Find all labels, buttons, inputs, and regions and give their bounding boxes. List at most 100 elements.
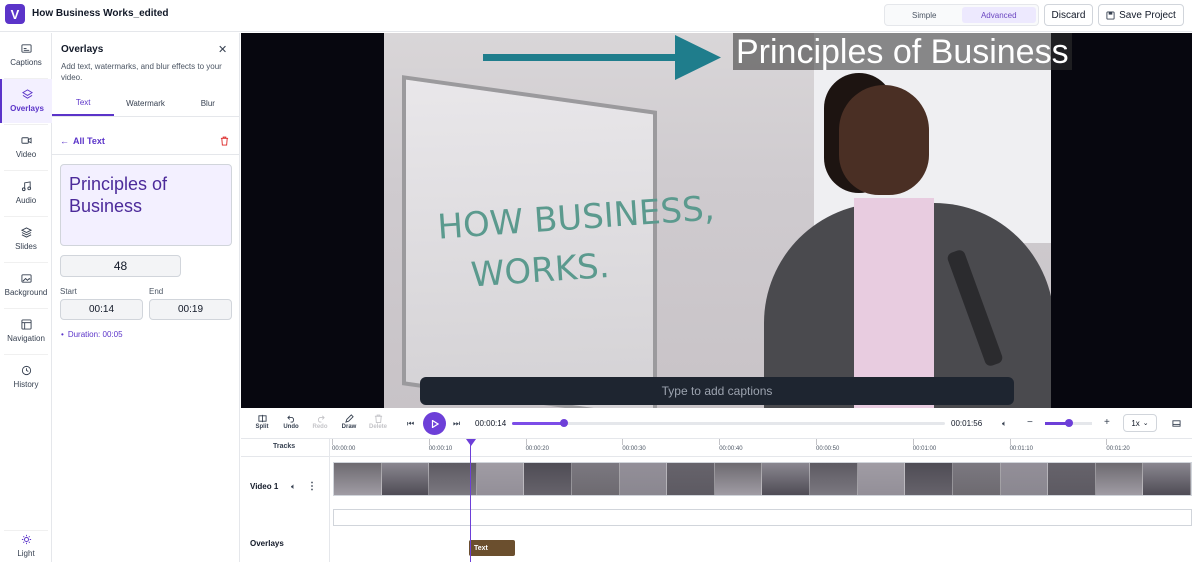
end-time-input[interactable]: 00:19 (149, 299, 232, 320)
redo-icon (317, 415, 325, 423)
text-overlay-clip[interactable]: Text (469, 540, 515, 556)
tool-label: Delete (368, 424, 387, 430)
history-icon (21, 365, 31, 376)
skip-back-icon[interactable]: ⏮ (407, 419, 414, 429)
rail-item-history[interactable]: History (0, 355, 52, 399)
rail-label: Slides (15, 242, 37, 251)
mode-advanced-button[interactable]: Advanced (961, 7, 1036, 23)
clip-thumbnail (476, 463, 525, 495)
timeline-ruler[interactable]: Tracks 00:00:00 00:00:10 00:00:20 00:00:30 0… (241, 439, 1192, 457)
duration-info: • Duration: 00:05 (61, 330, 123, 339)
clip-thumbnail (334, 463, 382, 495)
rail-item-captions[interactable]: Captions (0, 33, 52, 77)
playhead[interactable] (470, 439, 471, 562)
speed-select[interactable]: 1x ⌄ (1123, 414, 1157, 432)
mode-simple-button[interactable]: Simple (887, 7, 962, 23)
overlay-text-input[interactable]: Principles of Business (60, 164, 232, 246)
save-project-button[interactable]: Save Project (1098, 4, 1184, 26)
theme-toggle[interactable]: Light (0, 531, 52, 561)
progress-fill (512, 422, 564, 425)
tab-text[interactable]: Text (52, 91, 115, 116)
ruler-tick-label: 00:00:40 (719, 446, 743, 452)
play-button[interactable] (423, 412, 446, 435)
rail-item-audio[interactable]: Audio (0, 171, 52, 215)
arrow-annotation-icon (483, 35, 721, 80)
image-icon (20, 274, 32, 283)
stack-icon (20, 227, 32, 238)
layers-icon (21, 89, 33, 99)
progress-handle[interactable] (559, 419, 568, 427)
undo-button[interactable]: Undo (278, 414, 304, 430)
caption-input[interactable]: Type to add captions (420, 377, 1014, 405)
presenter-face (839, 85, 929, 195)
rail-item-navigation[interactable]: Navigation (0, 309, 52, 353)
clip-thumbnail (905, 463, 953, 495)
all-text-back-link[interactable]: ← All Text (60, 136, 105, 146)
zoom-in-icon[interactable]: + (1104, 417, 1110, 428)
split-button[interactable]: Split (249, 414, 275, 430)
rail-item-overlays[interactable]: Overlays (0, 79, 52, 123)
play-icon (431, 419, 439, 428)
empty-track-lane[interactable] (333, 509, 1192, 526)
track-menu-icon[interactable]: ⋮ (307, 481, 317, 492)
tab-blur[interactable]: Blur (177, 91, 239, 116)
redo-button[interactable]: Redo (307, 414, 333, 430)
clip-thumbnail (952, 463, 1001, 495)
zoom-slider[interactable] (1045, 419, 1092, 427)
zoom-out-icon[interactable]: − (1027, 417, 1033, 428)
clip-thumbnail (381, 463, 430, 495)
tab-watermark[interactable]: Watermark (114, 91, 176, 116)
trash-icon[interactable] (220, 136, 229, 149)
ruler-tick-label: 00:01:20 (1106, 446, 1130, 452)
pencil-icon (344, 414, 354, 423)
ruler-tick-label: 00:01:10 (1009, 446, 1033, 452)
rail-label: History (13, 380, 39, 389)
rail-label: Overlays (10, 104, 44, 113)
current-time: 00:00:14 (475, 419, 507, 428)
ruler-tick-label: 00:00:20 (525, 446, 549, 452)
overlays-panel: Overlays ✕ Add text, watermarks, and blu… (52, 33, 240, 562)
rail-item-video[interactable]: Video (0, 125, 52, 169)
trash-icon (374, 414, 382, 423)
start-time-input[interactable]: 00:14 (60, 299, 143, 320)
zoom-handle[interactable] (1065, 419, 1073, 427)
progress-scrubber[interactable] (512, 419, 945, 427)
rail-label: Navigation (7, 334, 45, 343)
video-preview[interactable]: HOW BUSINESS, WORKS. Principles of Busin… (241, 33, 1192, 408)
track-volume-icon[interactable]: 🔈︎ (291, 482, 296, 492)
video-camera-icon (20, 137, 32, 144)
close-icon[interactable]: ✕ (218, 43, 227, 56)
overlays-track-label: Overlays (250, 539, 284, 548)
fullscreen-icon[interactable] (1172, 419, 1181, 430)
ruler-tick-label: 00:00:30 (622, 446, 646, 452)
rail-label: Audio (15, 196, 37, 205)
top-bar: V How Business Works_edited Simple Advan… (0, 0, 1192, 32)
video-clip[interactable] (333, 462, 1192, 496)
ruler-tick-mark (525, 439, 527, 445)
clip-thumbnail (810, 463, 858, 495)
app-logo[interactable]: V (5, 4, 25, 24)
tool-label: Undo (283, 424, 299, 430)
volume-icon[interactable]: 🔈︎ (1002, 419, 1007, 429)
delete-button[interactable]: Delete (365, 414, 391, 430)
text-overlay[interactable]: Principles of Business (733, 33, 1072, 71)
rail-item-background[interactable]: Background (0, 263, 52, 307)
rail-item-slides[interactable]: Slides (0, 217, 52, 261)
tool-label: Draw (341, 424, 357, 430)
tracks-label: Tracks (273, 443, 296, 450)
discard-button[interactable]: Discard (1044, 4, 1093, 26)
panel-description: Add text, watermarks, and blur effects t… (61, 62, 222, 82)
theme-label: Light (17, 549, 35, 558)
draw-button[interactable]: Draw (336, 414, 362, 430)
all-text-label: All Text (73, 136, 105, 146)
rail-label: Captions (10, 58, 42, 67)
duration-text: Duration: 00:05 (67, 330, 123, 339)
save-icon (1106, 10, 1115, 20)
clip-thumbnail (524, 463, 573, 495)
skip-forward-icon[interactable]: ⏭ (453, 419, 460, 429)
font-size-input[interactable]: 48 (60, 255, 181, 277)
tool-label: Split (255, 424, 269, 430)
clip-thumbnail (1095, 463, 1144, 495)
overlay-tabs: Text Watermark Blur (52, 91, 239, 117)
playhead-handle[interactable] (466, 439, 476, 446)
